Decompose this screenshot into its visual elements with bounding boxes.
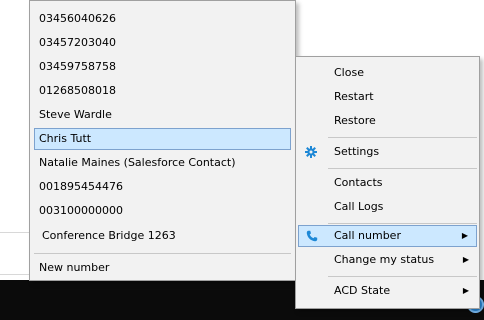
menu-item-label: Contacts (334, 176, 383, 189)
chevron-right-icon: ▶ (462, 286, 469, 295)
menu-separator (328, 276, 477, 277)
submenu-item-number[interactable]: 01268508018 (34, 80, 291, 102)
call-logs-menu-item[interactable]: Call Logs (298, 196, 477, 218)
menu-item-label: ACD State (334, 284, 391, 297)
submenu-item-number[interactable]: 001895454476 (34, 176, 291, 198)
restore-menu-item[interactable]: Restore (298, 110, 477, 132)
menu-item-label: Call Logs (334, 200, 384, 213)
submenu-item-number[interactable]: 03459758758 (34, 56, 291, 78)
submenu-item-contact[interactable]: Steve Wardle (34, 104, 291, 126)
close-menu-item[interactable]: Close (298, 62, 477, 84)
call-number-submenu: 03456040626 03457203040 03459758758 0126… (29, 0, 296, 281)
call-number-menu-item[interactable]: Call number ▶ (298, 225, 477, 247)
submenu-item-contact[interactable]: Natalie Maines (Salesforce Contact) (34, 152, 291, 174)
settings-menu-item[interactable]: Settings (298, 141, 477, 163)
chevron-right-icon: ▶ (462, 255, 469, 264)
menu-item-label: Close (334, 66, 364, 79)
menu-item-label: Restart (334, 90, 374, 103)
submenu-item-number[interactable]: 03457203040 (34, 32, 291, 54)
tray-context-menu: Close Restart Restore Settings Contacts … (295, 56, 480, 309)
contacts-menu-item[interactable]: Contacts (298, 172, 477, 194)
change-status-menu-item[interactable]: Change my status ▶ (298, 249, 477, 271)
submenu-item-number[interactable]: 003100000000 (34, 200, 291, 222)
restart-menu-item[interactable]: Restart (298, 86, 477, 108)
menu-item-label: Restore (334, 114, 376, 127)
submenu-item-conference[interactable]: Conference Bridge 1263 (34, 225, 291, 247)
menu-item-label: Call number (334, 229, 401, 242)
submenu-item-number[interactable]: 03456040626 (34, 8, 291, 30)
menu-separator (328, 137, 477, 138)
submenu-separator (34, 253, 291, 254)
acd-state-menu-item[interactable]: ACD State ▶ (298, 280, 477, 302)
menu-item-label: Change my status (334, 253, 435, 266)
menu-item-label: Settings (334, 145, 380, 158)
submenu-item-contact-selected[interactable]: Chris Tutt (34, 128, 291, 150)
chevron-right-icon: ▶ (461, 231, 468, 240)
menu-separator (328, 168, 477, 169)
menu-separator (328, 223, 477, 224)
new-number-item[interactable]: New number (34, 257, 291, 279)
phone-icon (304, 228, 320, 244)
gear-icon (303, 144, 319, 160)
